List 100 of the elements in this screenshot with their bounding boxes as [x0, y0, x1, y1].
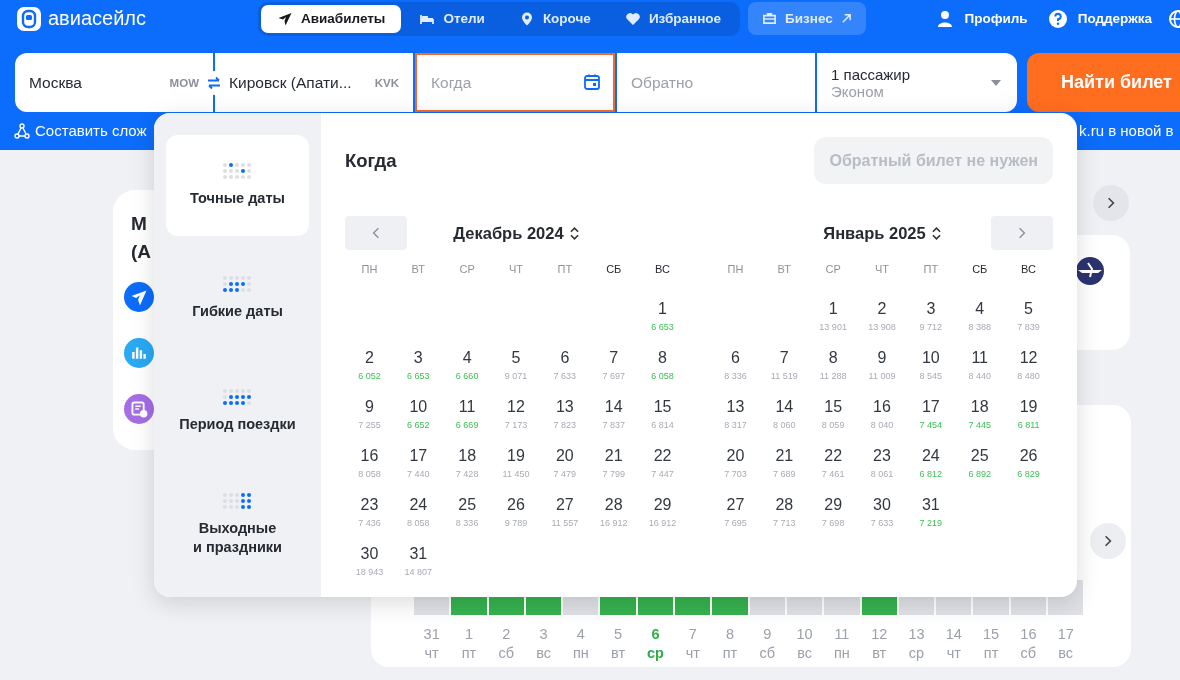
- nav-tab[interactable]: Отели: [403, 4, 501, 33]
- calendar-day[interactable]: 4: [462, 348, 472, 368]
- bar-weekday: чт: [685, 644, 700, 663]
- calendar-day[interactable]: 2: [364, 348, 374, 368]
- day-price: 8 388: [968, 322, 991, 332]
- calendar-day[interactable]: 9: [364, 397, 374, 417]
- next-arrow-button[interactable]: [1093, 185, 1129, 221]
- calendar-day[interactable]: 5: [1024, 299, 1033, 319]
- calendar-day[interactable]: 13: [726, 397, 745, 417]
- calendar-day[interactable]: 24: [921, 446, 940, 466]
- calendar-day[interactable]: 4: [975, 299, 985, 319]
- day-price: 13 901: [819, 322, 847, 332]
- day-price: 7 633: [870, 518, 894, 528]
- calendar-day[interactable]: 16: [873, 397, 891, 417]
- calendar-day[interactable]: 7: [779, 348, 789, 368]
- bar-day: 13: [908, 625, 925, 644]
- calendar-day[interactable]: 1: [658, 299, 667, 319]
- day-price: 7 823: [553, 420, 577, 430]
- calendar-day[interactable]: 6: [560, 348, 570, 368]
- calendar-day[interactable]: 26: [507, 495, 525, 515]
- previous-month-button[interactable]: [345, 216, 407, 250]
- calendar-day[interactable]: 2: [877, 299, 887, 319]
- bar-day: 9: [763, 625, 772, 644]
- calendar-day[interactable]: 22: [653, 446, 672, 466]
- calendar-day[interactable]: 19: [507, 446, 525, 466]
- complex-route-link[interactable]: Составить слож: [14, 122, 147, 139]
- new-window-link[interactable]: k.ru в новой в: [1079, 122, 1174, 139]
- calendar-day[interactable]: 14: [775, 397, 794, 417]
- nav-tab[interactable]: Короче: [502, 4, 607, 33]
- calendar-day[interactable]: 16: [360, 446, 379, 466]
- logo-text[interactable]: авиасейлс: [48, 7, 146, 30]
- day-price: 7 698: [821, 518, 845, 528]
- bar-weekday: сб: [759, 644, 776, 663]
- date-mode-option[interactable]: Выходные и праздники: [166, 474, 309, 575]
- calendar-day[interactable]: 27: [555, 495, 574, 515]
- calendar-day[interactable]: 28: [604, 495, 623, 515]
- origin-field[interactable]: Москва MOW: [15, 53, 213, 112]
- date-mode-option[interactable]: Точные даты: [166, 135, 309, 236]
- calendar-day[interactable]: 15: [653, 397, 672, 417]
- calendar-day[interactable]: 3: [926, 299, 936, 319]
- calendar-day[interactable]: 1: [828, 299, 838, 319]
- calendar-day[interactable]: 13: [555, 397, 574, 417]
- calendar-day[interactable]: 17: [409, 446, 428, 466]
- destination-field[interactable]: Кировск (Апати... KVK: [215, 53, 413, 112]
- calendar-day[interactable]: 17: [921, 397, 940, 417]
- calendar-day[interactable]: 31: [409, 544, 428, 564]
- calendar-day[interactable]: 18: [970, 397, 989, 417]
- calendar-day[interactable]: 24: [409, 495, 428, 515]
- calendar-day[interactable]: 15: [824, 397, 843, 417]
- calendar-day[interactable]: 7: [609, 348, 619, 368]
- calendar-day[interactable]: 10: [409, 397, 428, 417]
- date-mode-option[interactable]: Период поездки: [166, 361, 309, 462]
- calendar-day[interactable]: 28: [775, 495, 794, 515]
- calendar-day[interactable]: 10: [921, 348, 940, 368]
- calendar-day[interactable]: 22: [824, 446, 843, 466]
- calendar-day[interactable]: 29: [653, 495, 672, 515]
- calendar-day[interactable]: 8: [658, 348, 667, 368]
- calendar-day[interactable]: 12: [507, 397, 525, 417]
- calendar-day[interactable]: 6: [730, 348, 740, 368]
- calendar-day[interactable]: 23: [873, 446, 891, 466]
- bar-day: 10: [796, 625, 813, 644]
- next-month-button[interactable]: [991, 216, 1053, 250]
- return-date-field[interactable]: Обратно: [617, 53, 815, 112]
- date-mode-option[interactable]: Гибкие даты: [166, 248, 309, 349]
- calendar-day[interactable]: 5: [511, 348, 521, 368]
- month-selector[interactable]: Январь 2025: [817, 222, 947, 244]
- calendar-day[interactable]: 8: [828, 348, 838, 368]
- calendar-day[interactable]: 30: [360, 544, 379, 564]
- calendar-day[interactable]: 20: [555, 446, 574, 466]
- day-price: 7 173: [504, 420, 528, 430]
- calendar-day[interactable]: 3: [413, 348, 423, 368]
- calendar-day[interactable]: 31: [921, 495, 940, 515]
- calendar-day[interactable]: 27: [726, 495, 745, 515]
- calendar-day[interactable]: 21: [775, 446, 794, 466]
- calendar-day[interactable]: 25: [970, 446, 989, 466]
- support-button[interactable]: Поддержка: [1043, 8, 1156, 29]
- calendar-day[interactable]: 18: [458, 446, 477, 466]
- calendar-day[interactable]: 25: [458, 495, 477, 515]
- bar-day: 2: [502, 625, 511, 644]
- calendar-day[interactable]: 23: [360, 495, 379, 515]
- nav-tab[interactable]: Авиабилеты: [261, 4, 402, 33]
- profile-button[interactable]: Профиль: [932, 9, 1032, 28]
- calendar-day[interactable]: 26: [1019, 446, 1038, 466]
- month-selector[interactable]: Декабрь 2024: [447, 222, 585, 244]
- calendar-day[interactable]: 11: [458, 397, 476, 417]
- calendar-day[interactable]: 11: [971, 348, 988, 368]
- calendar-day[interactable]: 19: [1019, 397, 1038, 417]
- departure-date-field[interactable]: Когда: [415, 53, 615, 112]
- calendar-day[interactable]: 14: [604, 397, 623, 417]
- weekday-label: ВС: [654, 262, 672, 277]
- passengers-field[interactable]: 1 пассажир Эконом: [817, 53, 1017, 112]
- calendar-day[interactable]: 21: [604, 446, 623, 466]
- calendar-day[interactable]: 9: [877, 348, 887, 368]
- calendar-day[interactable]: 20: [726, 446, 745, 466]
- calendar-day[interactable]: 30: [873, 495, 891, 515]
- nav-tab[interactable]: Избранное: [608, 4, 738, 33]
- day-price: 7 428: [455, 469, 479, 479]
- calendar-day[interactable]: 12: [1019, 348, 1038, 368]
- day-price: 9 071: [504, 371, 528, 381]
- calendar-day[interactable]: 29: [824, 495, 843, 515]
